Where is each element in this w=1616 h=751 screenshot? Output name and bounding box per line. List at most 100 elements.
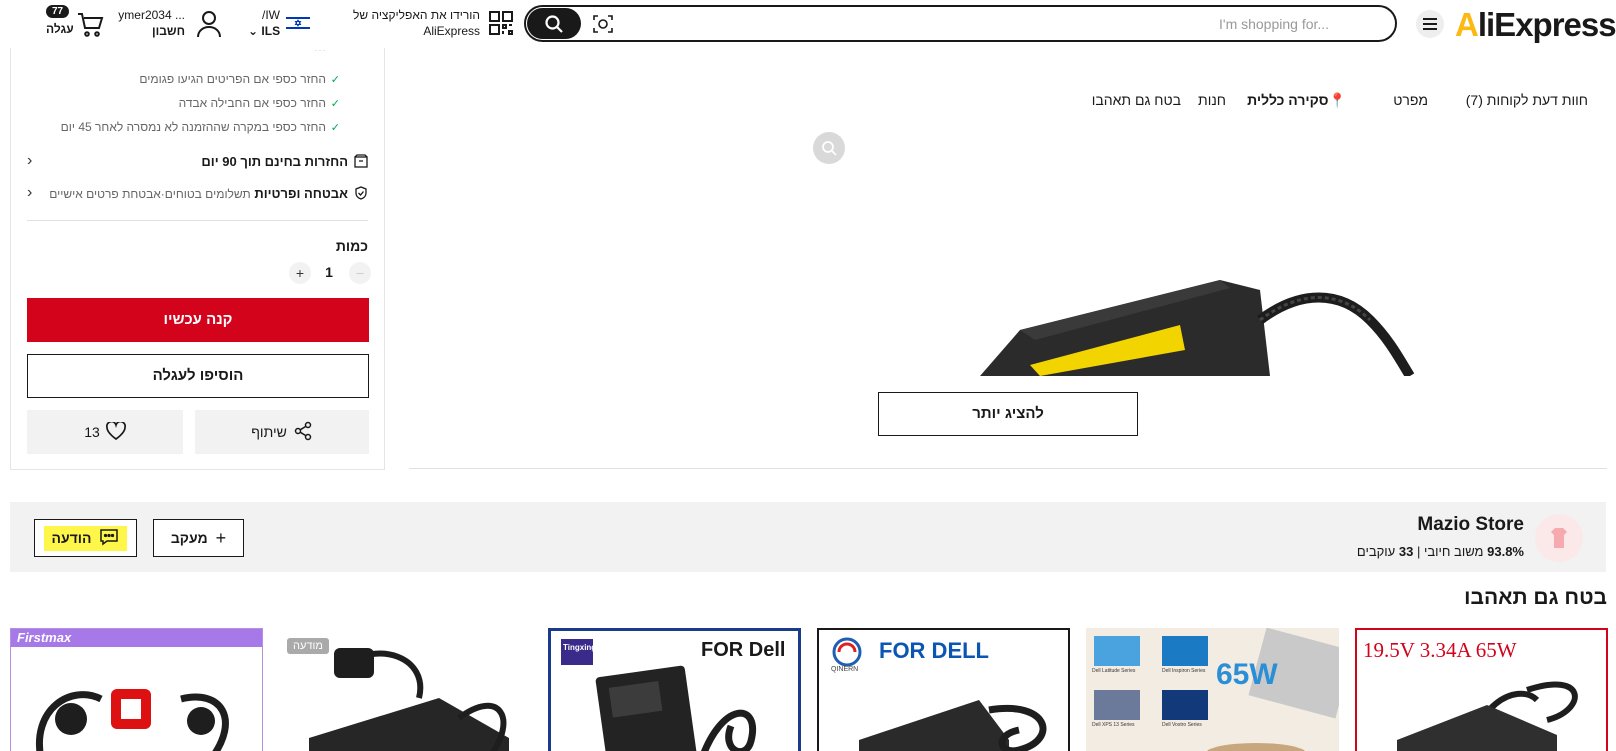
quantity-stepper: + 1 − <box>279 262 371 284</box>
message-button[interactable]: הודעה <box>34 519 137 557</box>
guarantee-text: החזר כספי במקרה שההזמנה לא נמסרה לאחר 45… <box>60 120 326 134</box>
message-label: הודעה <box>51 530 92 546</box>
free-returns-row[interactable]: החזרות בחינם תוך 90 יום ‹ <box>27 152 368 172</box>
chevron-left-icon: ‹ <box>27 152 33 169</box>
divider <box>409 468 1607 469</box>
tab-overview-label: סקירה כללית <box>1247 92 1329 108</box>
chevron-left-icon: ‹ <box>27 184 33 201</box>
tab-specifications[interactable]: מפרט <box>1393 92 1428 108</box>
plus-icon: + <box>215 527 227 548</box>
check-icon: ✓ <box>330 122 340 134</box>
cart-icon <box>76 10 104 38</box>
follow-button[interactable]: + מעקב <box>153 519 244 557</box>
product-card[interactable]: Tingxing FOR Dell <box>548 628 801 751</box>
product-tabs: חוות דעת לקוחות (7) מפרט 📍סקירה כללית חנ… <box>1092 92 1588 116</box>
security-title: אבטחה ופרטיות תשלומים בטוחים·אבטחת פרטים… <box>49 186 348 201</box>
tab-reviews[interactable]: חוות דעת לקוחות (7) <box>1466 92 1588 108</box>
security-row[interactable]: אבטחה ופרטיות תשלומים בטוחים·אבטחת פרטים… <box>27 184 368 204</box>
separator: | <box>1413 544 1421 559</box>
store-name[interactable]: Mazio Store <box>1417 514 1524 536</box>
card-image <box>36 689 229 751</box>
cart-label: עגלה <box>46 22 74 36</box>
divider <box>27 220 368 221</box>
tab-recommendations[interactable]: בטח גם תאהבו <box>1092 92 1181 108</box>
security-title-text: אבטחה ופרטיות <box>254 186 348 201</box>
product-card[interactable]: Dell Latitude Series Dell Inspiron Serie… <box>1086 628 1339 751</box>
account-name: ymer2034 ... <box>118 8 185 22</box>
security-subtitle: תשלומים בטוחים·אבטחת פרטים אישיים <box>49 187 251 201</box>
add-to-cart-button[interactable]: הוסיפו לעגלה <box>27 354 369 398</box>
app-download-text: הורידו את האפליקציה של AliExpress <box>353 7 480 39</box>
free-returns-title: החזרות בחינם תוך 90 יום <box>201 154 348 169</box>
aliexpress-logo[interactable]: AliExpress <box>1455 6 1616 44</box>
buy-panel: ··· ✓ החזר כספי אם הפריטים הגיעו פגומים … <box>10 48 385 470</box>
card-image <box>1094 628 1339 751</box>
image-search-icon[interactable] <box>592 13 614 35</box>
quantity-value[interactable]: 1 <box>321 264 337 280</box>
locale-currency: ⌄ ILS <box>248 24 280 38</box>
show-more-button[interactable]: להציג יותר <box>878 392 1138 436</box>
store-icon <box>1551 528 1567 548</box>
card-label: Dell Vostro Series <box>1162 722 1202 728</box>
search-input[interactable] <box>679 13 1379 35</box>
follow-label: מעקב <box>170 530 208 546</box>
heart-icon <box>105 420 126 443</box>
israel-flag-icon <box>286 15 310 31</box>
message-highlight: הודעה <box>43 525 128 551</box>
product-card[interactable]: Firstmax <box>10 628 263 751</box>
card-label: Dell Latitude Series <box>1092 668 1136 674</box>
qr-code-icon <box>488 10 514 36</box>
store-rating: 93.8% <box>1487 544 1524 559</box>
chat-icon <box>99 528 119 549</box>
store-followers-label: עוקבים <box>1356 544 1396 559</box>
buy-now-button[interactable]: קנה עכשיו <box>27 298 369 342</box>
product-card[interactable]: QINERN FOR DELL <box>817 628 1070 751</box>
store-rating-label: משוב חיובי <box>1423 544 1484 559</box>
store-bar: Mazio Store 93.8% משוב חיובי | 33 עוקבים… <box>10 502 1606 572</box>
guarantee-text: החזר כספי אם הפריטים הגיעו פגומים <box>139 72 326 86</box>
locale-selector[interactable]: /IW ⌄ ILS <box>248 6 310 42</box>
cart[interactable]: 77 עגלה <box>44 4 104 44</box>
product-card[interactable]: מודעה <box>279 628 532 751</box>
menu-button[interactable] <box>1416 10 1444 38</box>
share-label: שיתוף <box>251 424 287 440</box>
account-label: חשבון <box>152 24 185 38</box>
search-bar <box>524 5 1397 42</box>
card-label: Dell Inspiron Series <box>1162 668 1206 674</box>
recommendations-title: בטח גם תאהבו <box>1464 586 1607 609</box>
tab-store[interactable]: חנות <box>1198 92 1226 108</box>
card-label: Dell XPS 13 Series <box>1092 722 1135 728</box>
share-button[interactable]: שיתוף <box>195 410 369 454</box>
app-download-line2: AliExpress <box>423 24 480 38</box>
tab-overview[interactable]: 📍סקירה כללית <box>1247 92 1346 109</box>
check-icon: ✓ <box>330 98 340 110</box>
card-brand: QINERN <box>831 666 859 673</box>
quantity-label: כמות <box>335 238 368 254</box>
wishlist-button[interactable]: 13 <box>27 410 183 454</box>
search-button[interactable] <box>527 8 581 39</box>
quantity-decrease-button[interactable]: − <box>349 262 371 284</box>
share-icon <box>293 421 313 444</box>
guarantee-partial: ··· <box>11 50 384 58</box>
guarantee-text: החזר כספי אם החבילה אבדה <box>178 96 326 110</box>
store-meta: 93.8% משוב חיובי | 33 עוקבים <box>1357 544 1524 559</box>
store-logo[interactable] <box>1535 514 1583 562</box>
user-icon <box>195 9 223 39</box>
card-caption: 65W <box>1216 658 1278 691</box>
card-brand: Tingxing <box>563 643 597 652</box>
cart-count-badge: 77 <box>46 5 70 18</box>
account-menu[interactable]: ymer2034 ... חשבון <box>118 6 223 42</box>
magnifier-icon <box>822 141 837 156</box>
shield-icon <box>354 186 368 200</box>
card-caption: FOR DELL <box>879 638 989 663</box>
ad-badge: מודעה <box>287 638 329 654</box>
zoom-button[interactable] <box>813 132 845 164</box>
search-icon <box>545 14 563 33</box>
quantity-increase-button[interactable]: + <box>289 262 311 284</box>
product-card[interactable]: 19.5V 3.34A 65W <box>1355 628 1608 751</box>
chevron-down-icon: ⌄ <box>248 24 259 38</box>
store-followers: 33 <box>1398 544 1414 559</box>
app-download[interactable]: הורידו את האפליקציה של AliExpress <box>352 7 514 41</box>
card-caption: 19.5V 3.34A 65W <box>1363 638 1517 662</box>
hamburger-icon <box>1423 18 1437 30</box>
